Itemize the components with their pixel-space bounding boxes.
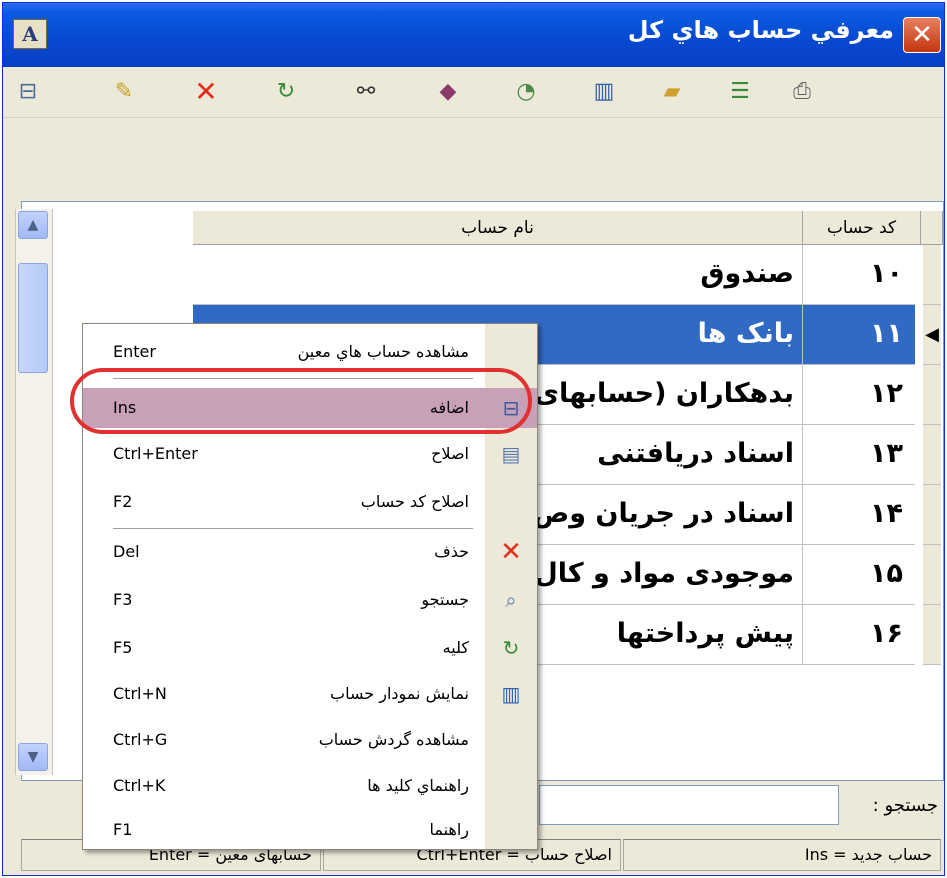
delete-icon[interactable]: ✕ — [189, 76, 223, 108]
account-code: ۱۰ — [803, 245, 915, 305]
status-cell-new: حساب جدید = Ins — [623, 839, 941, 871]
menu-label: جستجو — [421, 590, 469, 609]
refresh-icon[interactable]: ↻ — [269, 76, 303, 108]
search-doc-icon: ⌕ — [505, 588, 517, 612]
menu-shortcut: Ctrl+K — [113, 776, 166, 795]
menu-separator — [113, 528, 473, 529]
scroll-down-icon[interactable]: ▼ — [18, 743, 48, 771]
menu-shortcut: Del — [113, 542, 140, 561]
column-header-code[interactable]: کد حساب — [803, 211, 921, 245]
account-code: ۱۳ — [803, 425, 915, 485]
menu-item-chart[interactable]: Ctrl+N نمايش نمودار حساب ▥ — [83, 674, 537, 714]
add-tree-icon: ⊟ — [502, 396, 520, 420]
column-header-indicator — [921, 211, 943, 245]
context-menu: Enter مشاهده حساب هاي معين Ins اضافه ⊟ C… — [82, 323, 538, 850]
row-indicator — [923, 605, 941, 665]
current-row-arrow-icon: ◀ — [923, 305, 941, 365]
folder-open-icon[interactable]: ▰ — [655, 76, 689, 108]
table-row[interactable]: صندوق ۱۰ — [193, 245, 921, 305]
account-code: ۱۲ — [803, 365, 915, 425]
refresh-icon: ↻ — [502, 636, 520, 660]
filter-bar — [3, 117, 944, 200]
menu-label: مشاهده گردش حساب — [318, 730, 469, 749]
account-name: صندوق — [193, 245, 803, 305]
menu-item-turnover[interactable]: Ctrl+G مشاهده گردش حساب — [83, 720, 537, 760]
menu-label: کليه — [442, 638, 469, 657]
edit-doc-icon: ▤ — [501, 442, 521, 466]
scroll-up-icon[interactable]: ▲ — [18, 211, 48, 239]
menu-shortcut: Enter — [113, 342, 156, 361]
account-code: ۱۵ — [803, 545, 915, 605]
menu-shortcut: Ctrl+Enter — [113, 444, 198, 463]
toolbar: ⊟ ✎ ✕ ↻ ⚯ ◆ ◔ ▥ ▰ ☰ ⎙ — [3, 67, 944, 117]
tree-icon[interactable]: ⊟ — [11, 76, 45, 108]
menu-item-all[interactable]: F5 کليه ↻ — [83, 628, 537, 668]
row-indicator — [923, 365, 941, 425]
gauge-icon[interactable]: ◔ — [509, 76, 543, 108]
menu-shortcut: F1 — [113, 820, 133, 839]
menu-shortcut: F3 — [113, 590, 133, 609]
print-icon[interactable]: ⎙ — [785, 76, 819, 108]
vertical-scrollbar[interactable]: ▲ ▼ — [15, 209, 53, 775]
column-header-name[interactable]: نام حساب — [193, 211, 803, 245]
menu-shortcut: Ctrl+N — [113, 684, 167, 703]
account-code: ۱۱ — [803, 305, 915, 365]
menu-label: حذف — [434, 542, 469, 561]
delete-icon: ✕ — [500, 537, 522, 567]
account-code: ۱۴ — [803, 485, 915, 545]
search-label: جستجو : — [872, 795, 938, 816]
row-indicator — [923, 545, 941, 605]
search-input[interactable] — [539, 785, 839, 825]
menu-label: راهنما — [429, 820, 469, 839]
menu-item-key-help[interactable]: Ctrl+K راهنماي کليد ها — [83, 766, 537, 806]
menu-label: مشاهده حساب هاي معين — [297, 342, 469, 361]
chart-icon[interactable]: ▥ — [587, 76, 621, 108]
account-code: ۱۶ — [803, 605, 915, 665]
menu-shortcut: Ctrl+G — [113, 730, 168, 749]
menu-shortcut: F2 — [113, 492, 133, 511]
menu-shortcut: F5 — [113, 638, 133, 657]
menu-label: اضافه — [429, 398, 469, 417]
menu-label: نمايش نمودار حساب — [330, 684, 469, 703]
list-icon[interactable]: ☰ — [723, 76, 757, 108]
menu-label: اصلاح کد حساب — [360, 492, 469, 511]
menu-item-edit[interactable]: Ctrl+Enter اصلاح ▤ — [83, 434, 537, 474]
menu-item-help[interactable]: F1 راهنما — [83, 810, 537, 850]
menu-label: راهنماي کليد ها — [367, 776, 469, 795]
row-indicator — [923, 245, 941, 305]
title-bar: A معرفي حساب هاي کل ✕ — [3, 3, 944, 67]
chart-icon: ▥ — [501, 682, 521, 706]
menu-separator — [113, 378, 473, 379]
binoculars-icon[interactable]: ⚯ — [349, 76, 383, 108]
menu-label: اصلاح — [431, 444, 469, 463]
scroll-thumb[interactable] — [18, 263, 48, 373]
menu-item-delete[interactable]: Del حذف ✕ — [83, 532, 537, 572]
menu-item-search[interactable]: F3 جستجو ⌕ — [83, 580, 537, 620]
window-title: معرفي حساب هاي کل — [627, 16, 894, 44]
menu-item-edit-code[interactable]: F2 اصلاح کد حساب — [83, 482, 537, 522]
book-icon[interactable]: ◆ — [431, 76, 465, 108]
menu-item-view-details[interactable]: Enter مشاهده حساب هاي معين — [83, 332, 537, 372]
app-icon[interactable]: A — [13, 19, 47, 49]
row-indicator — [923, 485, 941, 545]
pencil-icon[interactable]: ✎ — [107, 76, 141, 108]
row-indicator — [923, 425, 941, 485]
menu-item-add[interactable]: Ins اضافه ⊟ — [83, 388, 537, 428]
menu-shortcut: Ins — [113, 398, 137, 417]
close-button[interactable]: ✕ — [903, 17, 941, 53]
